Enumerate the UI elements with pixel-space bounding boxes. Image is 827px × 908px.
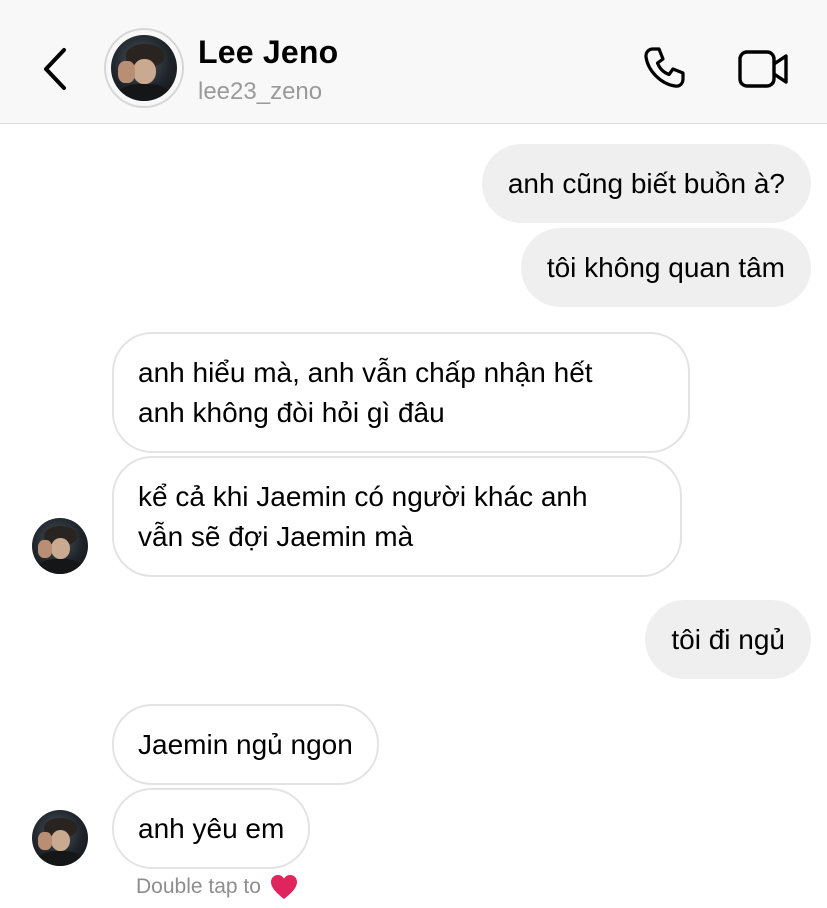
message-text: vẫn sẽ đợi Jaemin mà — [138, 521, 414, 552]
message-text: anh yêu em — [138, 813, 285, 844]
message-text: anh cũng biết buồn à? — [507, 168, 785, 199]
contact-username[interactable]: lee23_zeno — [198, 78, 322, 106]
contact-avatar[interactable] — [104, 28, 184, 108]
chevron-left-icon — [44, 48, 66, 90]
call-button[interactable] — [640, 44, 688, 92]
message-bubble-incoming[interactable]: anh hiểu mà, anh vẫn chấp nhận hết anh k… — [112, 332, 690, 453]
message-bubble-outgoing[interactable]: anh cũng biết buồn à? — [481, 144, 811, 223]
sender-avatar[interactable] — [32, 518, 88, 574]
video-camera-icon — [738, 50, 788, 88]
message-text: tôi đi ngủ — [671, 624, 785, 655]
message-bubble-incoming[interactable]: Jaemin ngủ ngon — [112, 704, 379, 785]
message-bubble-incoming[interactable]: anh yêu em — [112, 788, 311, 869]
heart-icon — [269, 873, 299, 901]
double-tap-hint: Double tap to — [136, 873, 299, 901]
video-call-button[interactable] — [736, 46, 790, 92]
message-text: Jaemin ngủ ngon — [138, 729, 353, 760]
message-text: anh hiểu mà, anh vẫn chấp nhận hết — [138, 357, 593, 388]
contact-name[interactable]: Lee Jeno — [198, 34, 338, 71]
message-text: anh không đòi hỏi gì đâu — [138, 397, 445, 428]
message-bubble-outgoing[interactable]: tôi đi ngủ — [645, 600, 811, 679]
chat-header: Lee Jeno lee23_zeno — [0, 0, 827, 124]
message-bubble-incoming[interactable]: kể cả khi Jaemin có người khác anh vẫn s… — [112, 456, 682, 577]
message-text: tôi không quan tâm — [546, 252, 785, 283]
hint-text: Double tap to — [136, 875, 261, 898]
message-text: kể cả khi Jaemin có người khác anh — [138, 481, 588, 512]
message-bubble-outgoing[interactable]: tôi không quan tâm — [520, 228, 811, 307]
back-button[interactable] — [36, 42, 76, 96]
sender-avatar[interactable] — [32, 810, 88, 866]
phone-icon — [644, 47, 685, 88]
